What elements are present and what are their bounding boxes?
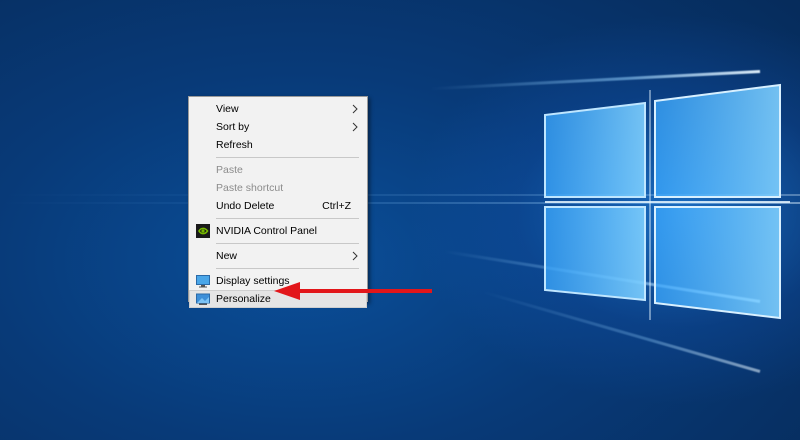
menu-separator (216, 268, 359, 269)
chevron-right-icon (352, 251, 358, 261)
menu-item-shortcut: Ctrl+Z (322, 200, 351, 212)
menu-item-paste: Paste (189, 161, 367, 179)
menu-item-nvidia-control-panel[interactable]: NVIDIA Control Panel (189, 222, 367, 240)
menu-item-label: View (216, 103, 239, 115)
personalize-icon (196, 293, 210, 305)
menu-separator (216, 157, 359, 158)
menu-item-label: Undo Delete (216, 200, 275, 212)
desktop-context-menu: View Sort by Refresh Paste Paste shortcu… (188, 96, 368, 308)
desktop-background[interactable]: View Sort by Refresh Paste Paste shortcu… (0, 0, 800, 440)
chevron-right-icon (352, 122, 358, 132)
menu-item-label: NVIDIA Control Panel (216, 225, 317, 237)
menu-item-sort-by[interactable]: Sort by (189, 118, 367, 136)
menu-item-view[interactable]: View (189, 100, 367, 118)
annotation-arrow-icon (274, 282, 432, 300)
menu-item-label: New (216, 250, 238, 262)
menu-item-paste-shortcut: Paste shortcut (189, 179, 367, 197)
menu-item-refresh[interactable]: Refresh (189, 136, 367, 154)
menu-item-label: Paste shortcut (216, 182, 284, 194)
menu-separator (216, 243, 359, 244)
nvidia-icon (196, 224, 210, 238)
menu-item-undo-delete[interactable]: Undo Delete Ctrl+Z (189, 197, 367, 215)
menu-item-new[interactable]: New (189, 247, 367, 265)
menu-separator (216, 218, 359, 219)
menu-item-label: Personalize (216, 293, 271, 305)
windows-logo (544, 83, 790, 320)
menu-item-label: Sort by (216, 121, 250, 133)
chevron-right-icon (352, 104, 358, 114)
menu-item-label: Paste (216, 164, 243, 176)
menu-item-label: Refresh (216, 139, 253, 151)
display-icon (196, 275, 210, 288)
